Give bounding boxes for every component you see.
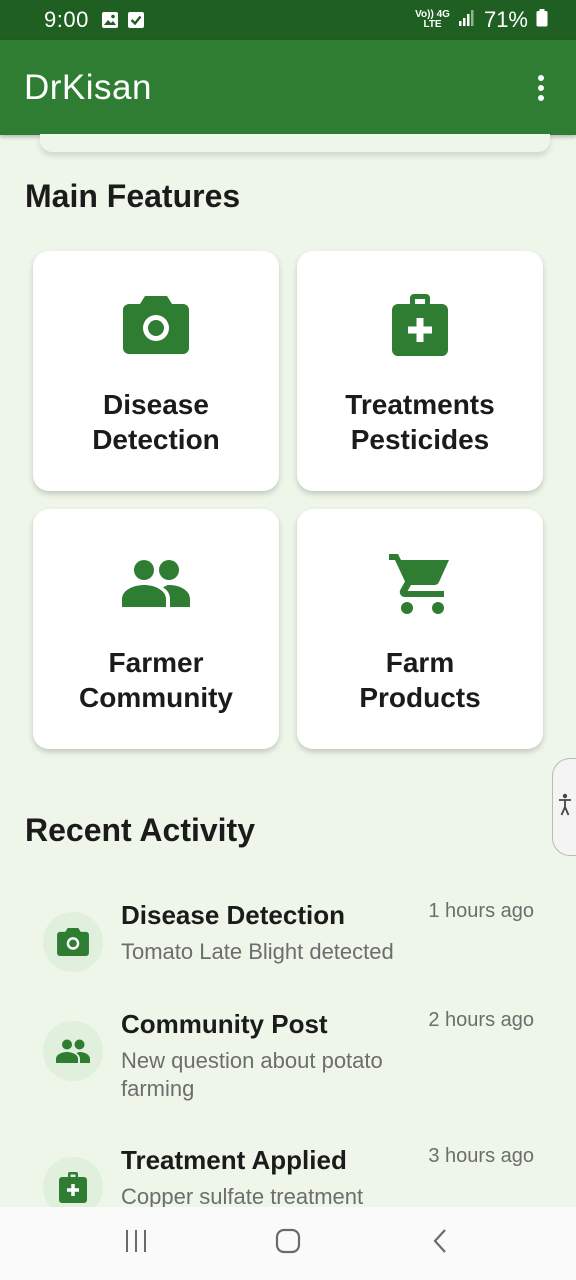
checkbox-notification-icon <box>127 11 145 29</box>
card-label-line: Products <box>359 682 481 713</box>
main-features-title: Main Features <box>25 178 241 214</box>
network-indicator: Vo)) 4G LTE <box>415 10 450 30</box>
treatments-pesticides-card[interactable]: Treatments Pesticides <box>297 251 543 491</box>
people-icon <box>43 1021 103 1081</box>
menu-dot-icon <box>538 94 544 101</box>
network-bottom-text: LTE <box>423 19 442 30</box>
card-label: Disease Detection <box>92 387 220 457</box>
activity-item-community-post[interactable]: Community Post 2 hours ago New question … <box>40 1009 540 1109</box>
card-label-line: Farmer <box>108 647 204 678</box>
accessibility-icon <box>558 793 572 822</box>
farmer-community-card[interactable]: Farmer Community <box>33 509 279 749</box>
camera-icon <box>123 293 189 357</box>
home-button[interactable] <box>258 1219 318 1269</box>
menu-dot-icon <box>538 74 544 81</box>
back-button[interactable] <box>410 1219 470 1269</box>
recent-activity-title: Recent Activity <box>25 812 255 848</box>
recent-apps-button[interactable] <box>106 1219 166 1269</box>
medical-bag-icon <box>392 293 448 357</box>
card-label: Treatments Pesticides <box>345 387 494 457</box>
card-label-line: Farm <box>385 647 455 678</box>
overflow-menu-button[interactable] <box>530 69 552 107</box>
card-label: Farm Products <box>359 645 480 715</box>
gallery-notification-icon <box>101 11 119 29</box>
status-time: 9:00 <box>44 7 89 32</box>
activity-title: Disease Detection <box>121 900 345 930</box>
card-label: Farmer Community <box>79 645 233 715</box>
people-icon <box>122 551 190 615</box>
activity-item-disease-detection[interactable]: Disease Detection 1 hours ago Tomato Lat… <box>40 900 540 972</box>
signal-icon <box>458 9 476 32</box>
activity-title: Treatment Applied <box>121 1145 347 1175</box>
app-bar: DrKisan <box>0 40 576 135</box>
card-label-line: Detection <box>92 424 220 455</box>
cart-icon <box>389 551 451 615</box>
farm-products-card[interactable]: Farm Products <box>297 509 543 749</box>
activity-description: New question about potato farming <box>121 1048 383 1101</box>
camera-icon <box>43 912 103 972</box>
back-chevron-icon <box>432 1228 448 1259</box>
recent-apps-icon <box>124 1230 148 1257</box>
card-label-line: Disease <box>103 389 209 420</box>
card-label-line: Pesticides <box>350 424 490 455</box>
medical-bag-icon <box>43 1157 103 1207</box>
battery-icon <box>536 8 548 32</box>
home-icon <box>275 1228 301 1259</box>
card-label-line: Community <box>79 682 233 713</box>
scrolled-card-edge <box>40 134 550 152</box>
app-title: DrKisan <box>24 67 152 107</box>
activity-time: 3 hours ago <box>428 1145 534 1167</box>
disease-detection-card[interactable]: Disease Detection <box>33 251 279 491</box>
status-bar: 9:00 Vo)) 4G LTE 71% <box>0 0 576 40</box>
activity-time: 2 hours ago <box>428 1009 534 1031</box>
activity-description: Copper sulfate treatment <box>121 1184 364 1207</box>
battery-percent: 71% <box>483 7 528 32</box>
activity-description: Tomato Late Blight detected <box>121 939 394 964</box>
card-label-line: Treatments <box>345 389 495 420</box>
system-navigation-bar <box>0 1207 576 1280</box>
activity-time: 1 hours ago <box>428 900 534 922</box>
activity-item-treatment-applied[interactable]: Treatment Applied 3 hours ago Copper sul… <box>40 1145 540 1207</box>
menu-dot-icon <box>538 84 544 91</box>
activity-title: Community Post <box>121 1009 328 1039</box>
accessibility-tab[interactable] <box>552 758 576 856</box>
